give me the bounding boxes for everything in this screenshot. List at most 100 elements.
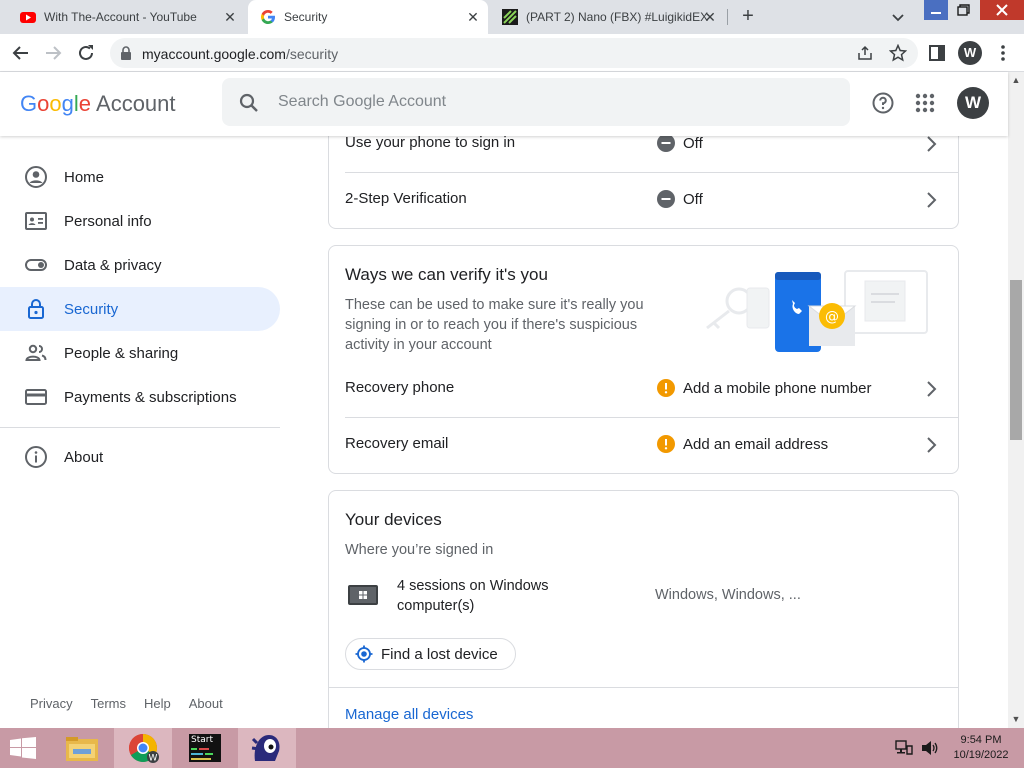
sidebar-item-payments[interactable]: Payments & subscriptions <box>0 375 280 419</box>
id-card-icon <box>25 212 47 230</box>
toggle-icon <box>25 259 47 271</box>
taskbar-chrome[interactable]: W <box>114 728 172 768</box>
taskbar-file-explorer[interactable] <box>54 728 112 768</box>
sidebar-divider <box>0 427 280 428</box>
verify-row-recovery-email[interactable]: Recovery email Add an email address <box>329 417 959 473</box>
sidebar-item-data-privacy[interactable]: Data & privacy <box>0 243 280 287</box>
row-label: 2-Step Verification <box>345 190 467 207</box>
clock-time: 9:54 PM <box>960 734 1002 746</box>
chevron-right-icon <box>927 437 937 453</box>
restore-icon[interactable] <box>951 0 975 24</box>
account-avatar[interactable]: W <box>957 87 989 119</box>
youtube-icon <box>20 12 36 23</box>
tab-security[interactable]: Security ✕ <box>248 0 488 34</box>
menu-kebab-icon[interactable] <box>992 42 1014 64</box>
windows-computer-icon <box>348 585 378 605</box>
sidebar-item-label: Data & privacy <box>64 256 162 274</box>
close-window-icon[interactable] <box>980 0 1024 24</box>
close-tab-icon[interactable]: ✕ <box>223 10 237 24</box>
help-icon[interactable] <box>871 91 895 115</box>
search-icon[interactable] <box>238 92 260 114</box>
footer-link-help[interactable]: Help <box>144 696 171 711</box>
sidebar-nav: Home Personal info Data & privacy Securi… <box>0 136 290 728</box>
off-status-icon <box>657 190 675 208</box>
reload-icon[interactable] <box>75 42 97 64</box>
windows-start-icon[interactable] <box>10 737 36 759</box>
sidebar-item-people-sharing[interactable]: People & sharing <box>0 331 280 375</box>
sidebar-item-label: Home <box>64 168 105 186</box>
project-icon <box>502 9 518 25</box>
footer-link-privacy[interactable]: Privacy <box>30 696 73 711</box>
row-status: Add a mobile phone number <box>657 379 871 397</box>
find-button-label: Find a lost device <box>381 645 498 663</box>
network-icon[interactable] <box>895 740 913 756</box>
lock-icon[interactable] <box>120 46 132 60</box>
chrome-icon: W <box>129 734 159 764</box>
footer-link-terms[interactable]: Terms <box>91 696 126 711</box>
tab-title: With The-Account - YouTube <box>44 10 197 24</box>
scroll-down-arrow[interactable]: ▼ <box>1008 711 1024 727</box>
account-search-box[interactable] <box>222 78 850 126</box>
sidebar-item-about[interactable]: About <box>0 435 280 479</box>
account-circle-icon <box>25 166 47 188</box>
sidebar-item-label: About <box>64 448 104 466</box>
chevron-down-icon[interactable] <box>890 9 906 25</box>
footer-link-about[interactable]: About <box>189 696 223 711</box>
signin-row-2sv[interactable]: 2-Step Verification Off <box>329 172 959 228</box>
sidebar-item-label: Payments & subscriptions <box>64 388 237 406</box>
address-bar[interactable]: myaccount.google.com/security <box>110 38 918 68</box>
devices-card: Your devices Where you’re signed in 4 se… <box>328 490 959 740</box>
chevron-right-icon <box>927 381 937 397</box>
sidebar-item-security[interactable]: Security <box>0 287 280 331</box>
google-account-logo[interactable]: Google Account <box>20 91 176 117</box>
sidebar-item-personal-info[interactable]: Personal info <box>0 199 280 243</box>
forward-icon[interactable] <box>42 42 64 64</box>
start-app-label: Start <box>191 735 213 745</box>
back-icon[interactable] <box>10 42 32 64</box>
verify-title: Ways we can verify it's you <box>345 265 548 284</box>
scroll-up-arrow[interactable]: ▲ <box>1008 72 1024 88</box>
new-tab-button[interactable]: + <box>737 6 759 28</box>
device-session-detail: Windows, Windows, ... <box>655 587 801 603</box>
browser-toolbar: myaccount.google.com/security W <box>0 34 1024 72</box>
taskbar-game-app[interactable] <box>238 728 296 768</box>
device-sessions[interactable]: 4 sessions on Windows computer(s) <box>397 576 577 616</box>
clock-date: 10/19/2022 <box>953 749 1009 761</box>
row-label: Recovery email <box>345 435 449 452</box>
tab-project[interactable]: (PART 2) Nano (FBX) #LuigikidEX ✕ <box>490 0 725 34</box>
taskbar-start-app[interactable]: Start <box>176 728 234 768</box>
off-status-icon <box>657 134 675 152</box>
sidebar-item-label: Security <box>64 300 119 318</box>
scrollbar-thumb[interactable] <box>1010 280 1022 440</box>
url-text: myaccount.google.com/security <box>142 46 339 62</box>
info-icon <box>25 446 47 468</box>
verify-row-recovery-phone[interactable]: Recovery phone Add a mobile phone number <box>329 361 959 417</box>
sidebar-item-home[interactable]: Home <box>0 155 280 199</box>
svg-text:W: W <box>149 754 158 764</box>
taskbar-clock[interactable]: 9:54 PM 10/19/2022 <box>950 733 1012 763</box>
account-search-input[interactable] <box>278 90 818 114</box>
tab-youtube[interactable]: With The-Account - YouTube ✕ <box>8 0 245 34</box>
close-tab-icon[interactable]: ✕ <box>466 10 480 24</box>
google-g-icon <box>261 10 275 24</box>
character-app-icon <box>251 735 280 761</box>
bookmark-star-icon[interactable] <box>889 44 907 62</box>
side-panel-icon[interactable] <box>926 42 948 64</box>
row-label: Use your phone to sign in <box>345 134 516 151</box>
row-divider <box>329 687 959 688</box>
find-lost-device-button[interactable]: Find a lost device <box>345 638 516 670</box>
svg-text:@: @ <box>825 309 839 325</box>
tab-title: (PART 2) Nano (FBX) #LuigikidEX <box>526 10 709 24</box>
share-icon[interactable] <box>856 44 874 62</box>
people-icon <box>25 344 47 361</box>
minimize-icon[interactable] <box>924 0 948 24</box>
row-label: Recovery phone <box>345 379 455 396</box>
google-wordmark: Google <box>20 91 92 116</box>
credit-card-icon <box>25 389 47 405</box>
close-tab-icon[interactable]: ✕ <box>703 10 717 24</box>
manage-devices-link[interactable]: Manage all devices <box>345 706 473 723</box>
profile-avatar-small[interactable]: W <box>958 41 982 65</box>
browser-tab-strip: With The-Account - YouTube ✕ Security ✕ … <box>0 0 1024 34</box>
volume-icon[interactable] <box>921 740 939 756</box>
apps-grid-icon[interactable] <box>914 92 936 114</box>
